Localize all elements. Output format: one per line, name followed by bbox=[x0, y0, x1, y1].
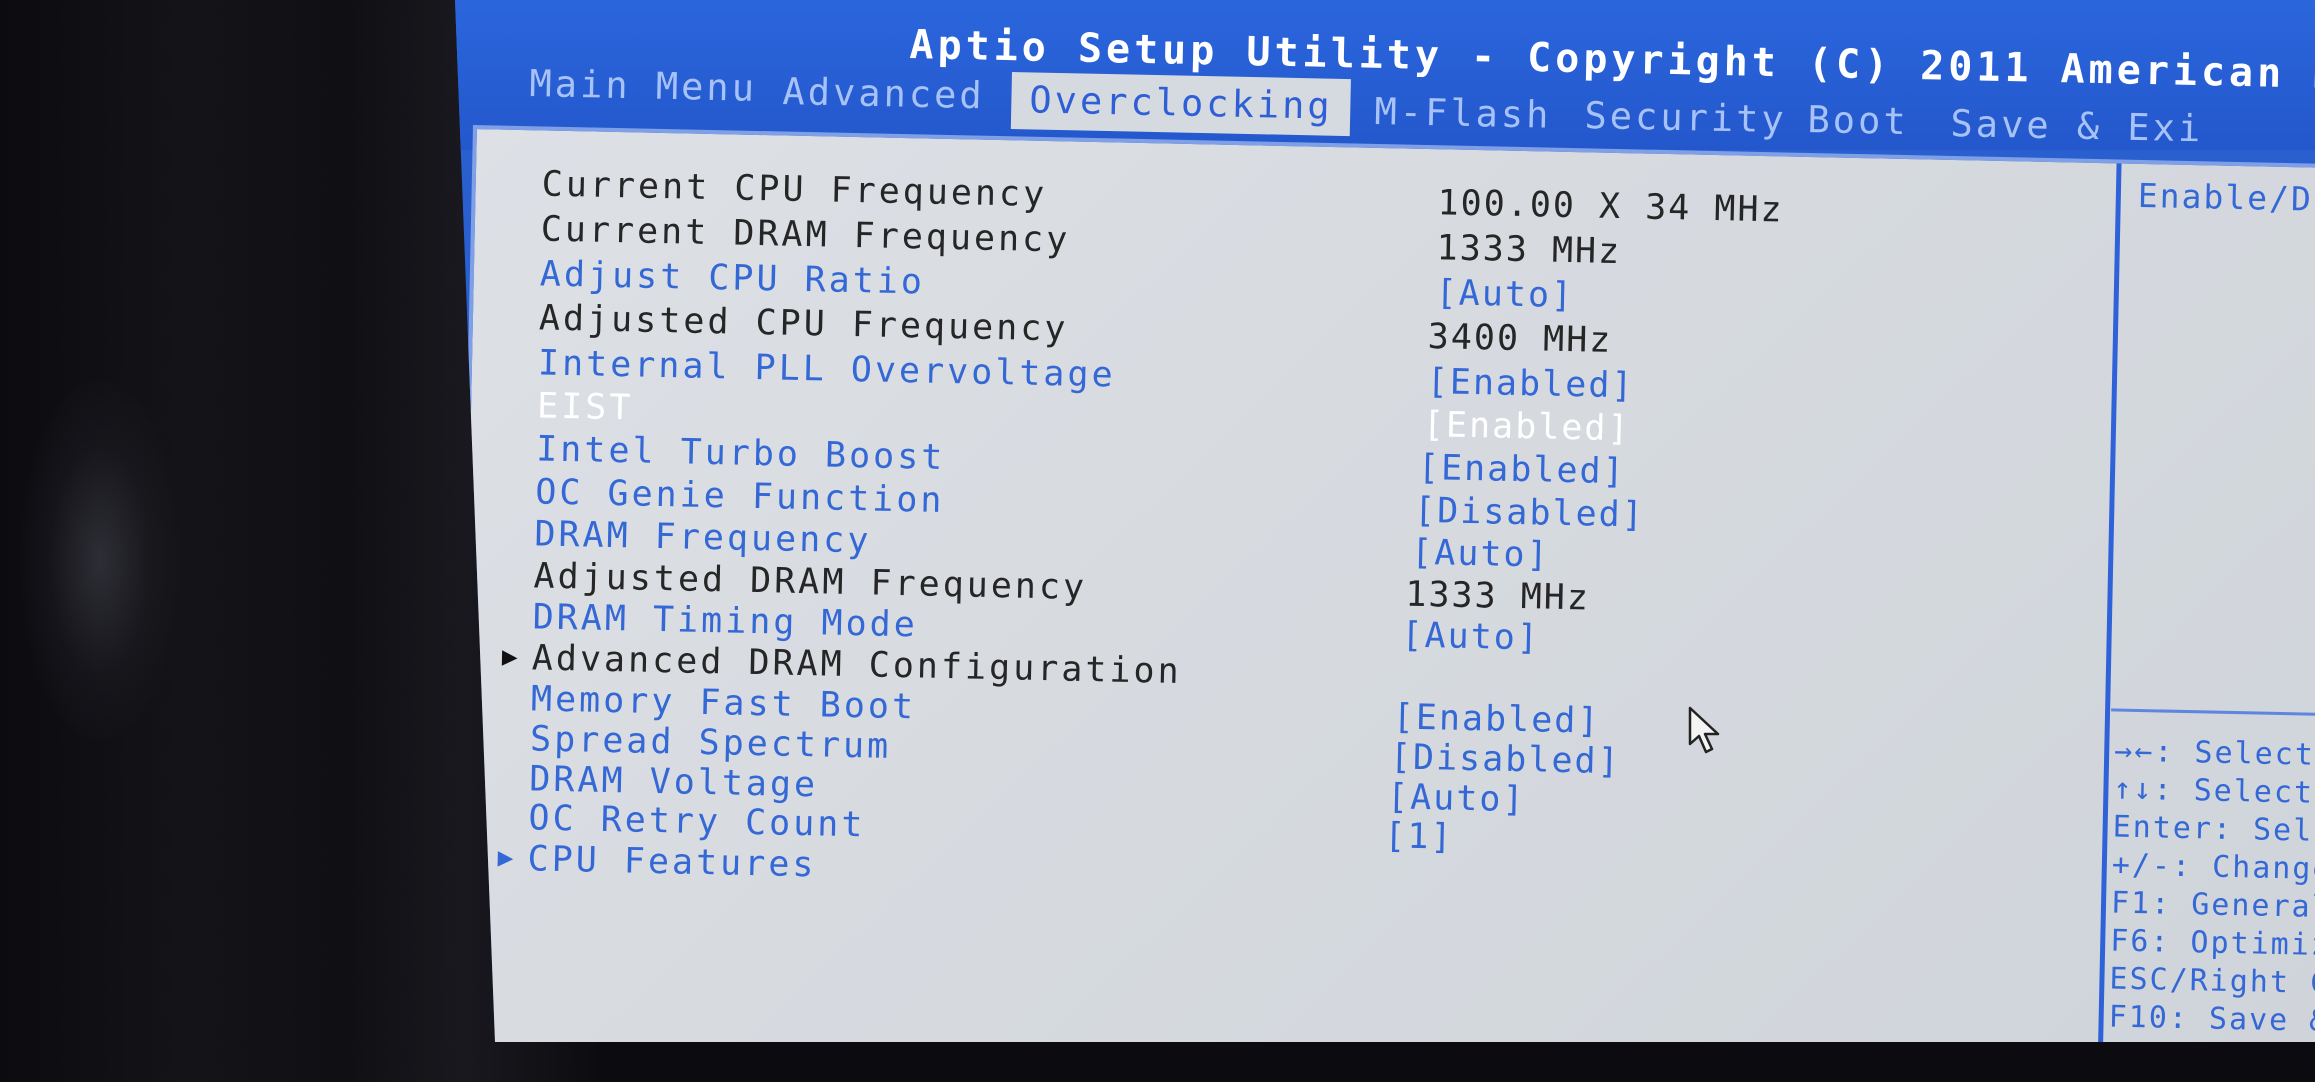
key-help-line: F6: Optimize bbox=[2109, 923, 2315, 964]
setting-item-dram-frequency[interactable]: DRAM Frequency bbox=[534, 514, 872, 561]
title-bar: Aptio Setup Utility - Copyright (C) 2011… bbox=[455, 0, 2315, 150]
bios-screen: Aptio Setup Utility - Copyright (C) 2011… bbox=[455, 0, 2315, 1042]
setting-value[interactable]: [Enabled] bbox=[1418, 448, 1626, 492]
key-help-line: F10: Save & R bbox=[2108, 999, 2315, 1040]
setting-value[interactable]: [Auto] bbox=[1411, 533, 1550, 576]
tab-security[interactable]: Security bbox=[1584, 94, 1787, 141]
key-help-line: →←: Select bbox=[2113, 733, 2315, 773]
help-separator bbox=[2111, 708, 2315, 717]
setting-item-adjust-cpu-ratio[interactable]: Adjust CPU Ratio bbox=[539, 254, 925, 302]
help-description: Enable/D bbox=[2137, 175, 2314, 219]
key-help-line: ↑↓: Select bbox=[2113, 771, 2315, 811]
setting-value: 3400 MHz bbox=[1427, 317, 1613, 361]
setting-value[interactable]: [Auto] bbox=[1435, 273, 1574, 316]
setting-item-eist-selected[interactable]: EIST bbox=[537, 386, 634, 428]
tab-main-menu[interactable]: Main Menu bbox=[529, 62, 757, 110]
triangle-right-icon: ▶ bbox=[501, 641, 518, 673]
setting-item-intel-turbo-boost[interactable]: Intel Turbo Boost bbox=[536, 429, 946, 478]
setting-label: Adjusted CPU Frequency bbox=[538, 298, 1069, 350]
tab-save-exit[interactable]: Save & Exi bbox=[1950, 102, 2204, 150]
setting-label: Current DRAM Frequency bbox=[540, 209, 1071, 261]
setting-item-dram-timing-mode[interactable]: DRAM Timing Mode bbox=[532, 597, 918, 645]
setting-value[interactable]: [Enabled] bbox=[1392, 697, 1600, 741]
setting-value[interactable]: [Disabled] bbox=[1390, 737, 1622, 782]
tab-overclocking[interactable]: Overclocking bbox=[1010, 72, 1352, 137]
key-help-line: F1: General bbox=[2110, 885, 2315, 926]
setting-value[interactable]: [Disabled] bbox=[1414, 491, 1646, 536]
triangle-right-icon: ▶ bbox=[497, 842, 514, 874]
setting-value[interactable]: [1] bbox=[1384, 816, 1454, 857]
setting-value: 1333 MHz bbox=[1404, 574, 1591, 619]
setting-item-oc-genie-function[interactable]: OC Genie Function bbox=[535, 472, 945, 521]
tab-m-flash[interactable]: M-Flash bbox=[1374, 90, 1552, 137]
tab-boot[interactable]: Boot bbox=[1807, 98, 1909, 143]
key-help-line: Enter: Selec bbox=[2112, 809, 2315, 850]
arrow-pointer-icon bbox=[1688, 706, 1720, 754]
screen-glare bbox=[20, 380, 180, 740]
setting-item-oc-retry-count[interactable]: OC Retry Count bbox=[528, 798, 866, 845]
submenu-cpu-features[interactable]: CPU Features bbox=[527, 839, 817, 885]
setting-value[interactable]: [Enabled] bbox=[1423, 405, 1631, 449]
tab-advanced[interactable]: Advanced bbox=[782, 70, 985, 117]
setting-value[interactable]: [Enabled] bbox=[1426, 362, 1634, 406]
key-help-line: ESC/Right Cl bbox=[2109, 961, 2315, 1002]
setting-value: 1333 MHz bbox=[1436, 228, 1622, 273]
setting-value[interactable]: [Auto] bbox=[1401, 616, 1540, 659]
setting-value[interactable]: [Auto] bbox=[1387, 777, 1526, 820]
setting-value: 100.00 X 34 MHz bbox=[1437, 183, 1784, 231]
key-help-line: +/-: Change bbox=[2111, 847, 2315, 888]
settings-panel: Current CPU Frequency 100.00 X 34 MHz Cu… bbox=[455, 125, 2315, 1042]
setting-label: Current CPU Frequency bbox=[541, 164, 1048, 216]
